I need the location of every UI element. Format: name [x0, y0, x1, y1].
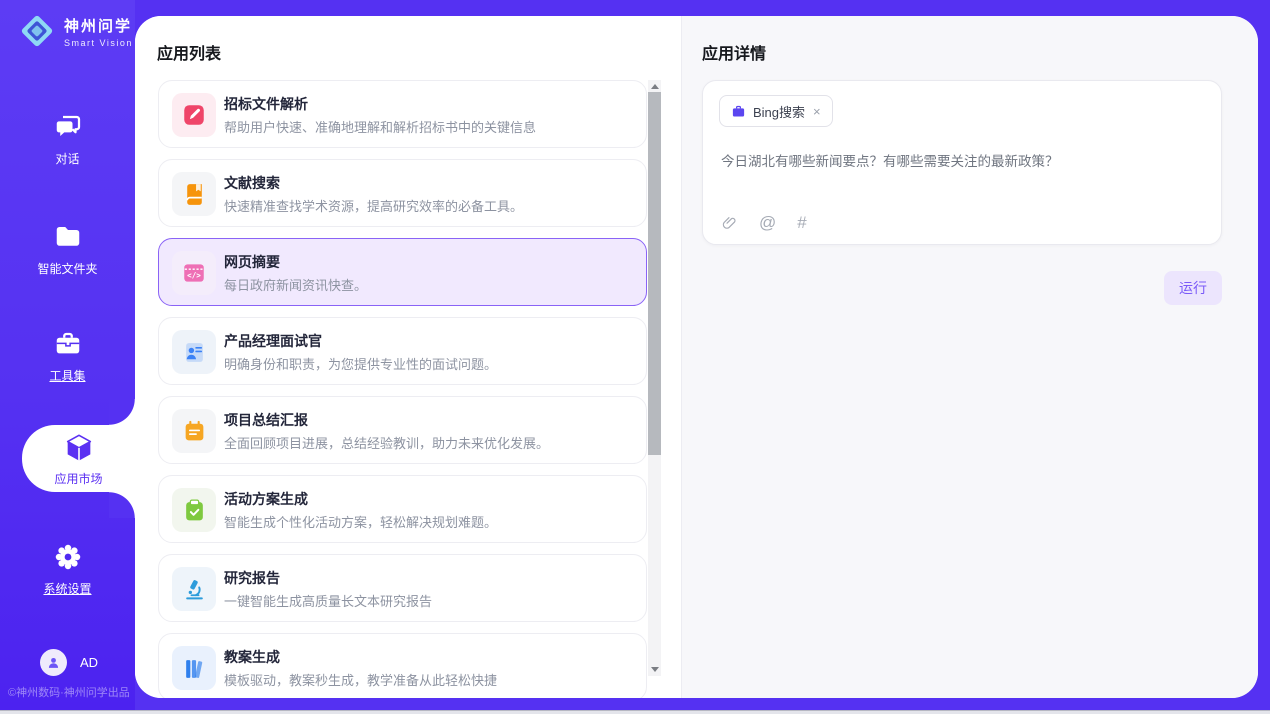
main-content: 应用列表 招标文件解析 帮助用户快速、准确地理解和解析招标书中的关键信息	[135, 16, 1258, 698]
scrollbar-thumb[interactable]	[648, 92, 661, 455]
scrollbar-down-arrow-icon[interactable]	[648, 663, 661, 676]
tool-chip-bing-search[interactable]: Bing搜索 ×	[719, 95, 833, 127]
brand-name: 神州问学	[64, 15, 133, 36]
app-icon-tile	[172, 646, 216, 690]
interviewer-icon	[182, 340, 207, 365]
toolbox-icon	[53, 329, 83, 359]
svg-text:</>: </>	[187, 271, 201, 280]
bubble-corner-top	[109, 399, 135, 425]
list-item-research-report[interactable]: 研究报告 一键智能生成高质量长文本研究报告	[158, 554, 647, 622]
sidebar-item-app-market[interactable]: 应用市场	[22, 425, 135, 492]
chat-icon	[53, 112, 83, 142]
app-description: 一键智能生成高质量长文本研究报告	[224, 591, 432, 610]
app-list: 招标文件解析 帮助用户快速、准确地理解和解析招标书中的关键信息 文献搜索 快速精…	[158, 80, 647, 698]
list-item-web-summary[interactable]: </> 网页摘要 每日政府新闻资讯快查。	[158, 238, 647, 306]
sidebar-item-label: 应用市场	[22, 470, 135, 487]
edit-pen-icon	[181, 102, 207, 128]
app-name: 项目总结汇报	[224, 410, 308, 430]
app-icon-tile: </>	[172, 251, 216, 295]
app-detail-panel: 应用详情 Bing搜索 × 今日湖北有哪些新闻要点？有哪些需要关注的最新政策？ …	[681, 16, 1258, 698]
sidebar-item-smart-folder[interactable]: 智能文件夹	[0, 222, 135, 277]
list-item-bid-analysis[interactable]: 招标文件解析 帮助用户快速、准确地理解和解析招标书中的关键信息	[158, 80, 647, 148]
list-item-lesson-plan[interactable]: 教案生成 模板驱动，教案秒生成，教学准备从此轻松快捷	[158, 633, 647, 698]
brand-subtitle: Smart Vision	[64, 38, 133, 48]
briefcase-icon	[731, 104, 746, 119]
sidebar-item-label: 系统设置	[0, 580, 135, 597]
app-name: 研究报告	[224, 568, 280, 588]
list-item-literature-search[interactable]: 文献搜索 快速精准查找学术资源，提高研究效率的必备工具。	[158, 159, 647, 227]
app-description: 模板驱动，教案秒生成，教学准备从此轻松快捷	[224, 670, 497, 689]
app-description: 每日政府新闻资讯快查。	[224, 275, 367, 294]
app-name: 文献搜索	[224, 173, 280, 193]
app-list-title: 应用列表	[157, 40, 221, 64]
cube-icon	[63, 432, 95, 464]
gear-icon	[53, 542, 83, 572]
app-name: 网页摘要	[224, 252, 280, 272]
sidebar-item-chat[interactable]: 对话	[0, 112, 135, 167]
list-item-pm-interviewer[interactable]: 产品经理面试官 明确身份和职责，为您提供专业性的面试问题。	[158, 317, 647, 385]
books-icon	[182, 656, 207, 681]
app-list-panel: 应用列表 招标文件解析 帮助用户快速、准确地理解和解析招标书中的关键信息	[135, 16, 681, 698]
app-icon-tile	[172, 567, 216, 611]
prompt-card: Bing搜索 × 今日湖北有哪些新闻要点？有哪些需要关注的最新政策？ @ #	[702, 80, 1222, 245]
app-description: 明确身份和职责，为您提供专业性的面试问题。	[224, 354, 497, 373]
sidebar-item-label: 工具集	[0, 367, 135, 384]
browser-code-icon: </>	[181, 260, 207, 286]
diamond-logo-icon	[18, 12, 56, 50]
bubble-corner-bottom	[109, 492, 135, 518]
tool-chip-label: Bing搜索	[753, 102, 805, 121]
list-item-event-plan[interactable]: 活动方案生成 智能生成个性化活动方案，轻松解决规划难题。	[158, 475, 647, 543]
sidebar-item-toolkit[interactable]: 工具集	[0, 329, 135, 384]
app-description: 全面回顾项目进展，总结经验教训，助力未来优化发展。	[224, 433, 549, 452]
calendar-report-icon	[182, 419, 207, 444]
user-profile[interactable]: AD	[40, 649, 98, 676]
clipboard-check-icon	[182, 498, 207, 523]
app-icon-tile	[172, 409, 216, 453]
brand-logo: 神州问学 Smart Vision	[18, 12, 133, 50]
avatar	[40, 649, 67, 676]
run-button[interactable]: 运行	[1164, 271, 1222, 305]
book-icon	[182, 182, 207, 207]
prompt-input[interactable]: 今日湖北有哪些新闻要点？有哪些需要关注的最新政策？	[721, 150, 1203, 170]
sidebar: 神州问学 Smart Vision 对话 智能文件夹 工具集	[0, 0, 135, 714]
person-icon	[45, 654, 62, 671]
app-icon-tile	[172, 93, 216, 137]
app-name: 教案生成	[224, 647, 280, 667]
window-bottom-edge	[0, 710, 1270, 714]
app-icon-tile	[172, 488, 216, 532]
app-icon-tile	[172, 172, 216, 216]
at-icon[interactable]: @	[759, 213, 776, 233]
app-description: 快速精准查找学术资源，提高研究效率的必备工具。	[224, 196, 523, 215]
app-name: 产品经理面试官	[224, 331, 322, 351]
app-name: 招标文件解析	[224, 94, 308, 114]
list-item-project-summary[interactable]: 项目总结汇报 全面回顾项目进展，总结经验教训，助力未来优化发展。	[158, 396, 647, 464]
close-icon[interactable]: ×	[812, 104, 821, 119]
folder-icon	[53, 222, 83, 252]
app-icon-tile	[172, 330, 216, 374]
app-description: 智能生成个性化活动方案，轻松解决规划难题。	[224, 512, 497, 531]
app-description: 帮助用户快速、准确地理解和解析招标书中的关键信息	[224, 117, 536, 136]
microscope-icon	[182, 577, 207, 602]
sidebar-item-settings[interactable]: 系统设置	[0, 542, 135, 597]
user-initials: AD	[80, 655, 98, 670]
composer-toolbar: @ #	[721, 213, 807, 233]
app-detail-title: 应用详情	[702, 40, 766, 64]
hash-icon[interactable]: #	[797, 213, 806, 233]
paperclip-icon[interactable]	[721, 215, 738, 232]
sidebar-item-label: 智能文件夹	[0, 260, 135, 277]
app-name: 活动方案生成	[224, 489, 308, 509]
sidebar-item-label: 对话	[0, 150, 135, 167]
copyright-text: ©神州数码·神州问学出品	[8, 684, 130, 700]
list-scrollbar[interactable]	[648, 80, 661, 676]
